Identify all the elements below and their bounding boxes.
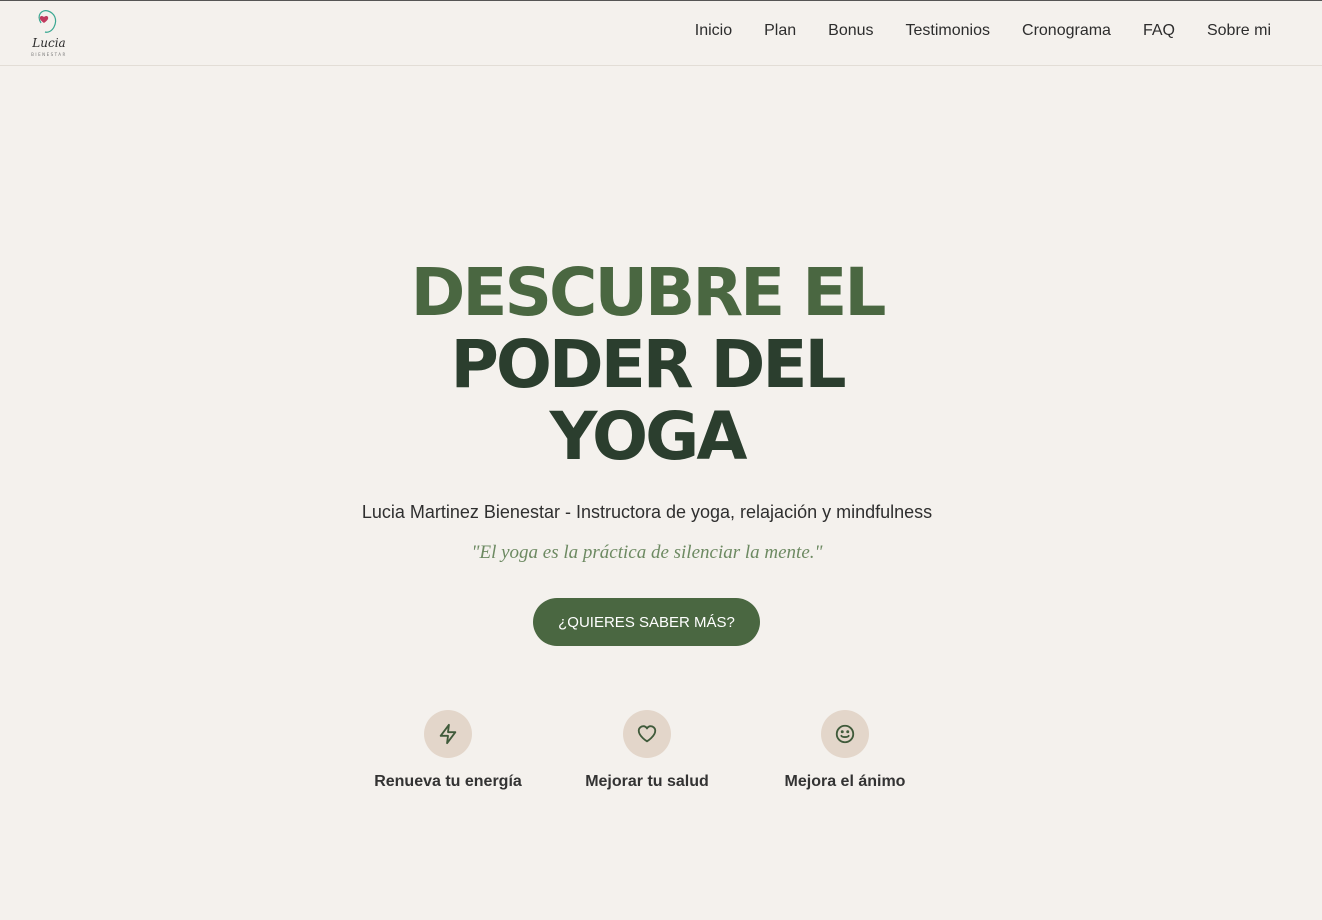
hero-title-line-2: PODER DEL	[450, 326, 846, 403]
nav-item-cronograma[interactable]: Cronograma	[1022, 22, 1111, 40]
smile-icon	[835, 724, 855, 744]
nav-item-inicio[interactable]: Inicio	[695, 22, 732, 40]
nav-item-sobre-mi[interactable]: Sobre mi	[1207, 22, 1271, 40]
lightning-icon	[439, 723, 457, 745]
feature-label: Mejora el ánimo	[784, 773, 906, 790]
nav-item-testimonios[interactable]: Testimonios	[906, 22, 990, 40]
feature-icon-circle	[821, 710, 869, 758]
feature-label: Mejorar tu salud	[585, 773, 709, 790]
nav-item-plan[interactable]: Plan	[764, 22, 796, 40]
landing-page: Lucia BIENESTAR Inicio Plan Bonus Testim…	[0, 0, 1322, 920]
learn-more-button[interactable]: ¿QUIERES SABER MÁS?	[533, 598, 760, 646]
hero-title-line-3: YOGA	[549, 398, 748, 475]
heart-icon	[637, 725, 657, 743]
logo-tagline: BIENESTAR	[31, 52, 67, 57]
brand-logo[interactable]: Lucia BIENESTAR	[24, 7, 74, 61]
feature-label: Renueva tu energía	[374, 773, 522, 790]
feature-icon-circle	[424, 710, 472, 758]
hero-title-line-1: DESCUBRE EL	[410, 254, 887, 331]
feature-health: Mejorar tu salud	[547, 710, 747, 791]
feature-mood: Mejora el ánimo	[745, 710, 945, 791]
hero-title: DESCUBRE EL PODER DEL YOGA	[0, 257, 1294, 473]
main-nav: Inicio Plan Bonus Testimonios Cronograma…	[695, 22, 1271, 40]
site-header: Lucia BIENESTAR Inicio Plan Bonus Testim…	[0, 1, 1322, 66]
logo-wordmark: Lucia	[32, 36, 66, 50]
hero-subtitle: Lucia Martinez Bienestar - Instructora d…	[361, 502, 933, 522]
hero-quote: "El yoga es la práctica de silenciar la …	[471, 542, 823, 563]
nav-item-bonus[interactable]: Bonus	[828, 22, 873, 40]
logo-mark-icon	[38, 10, 57, 33]
feature-energy: Renueva tu energía	[348, 710, 548, 791]
feature-icon-circle	[623, 710, 671, 758]
nav-item-faq[interactable]: FAQ	[1143, 22, 1175, 40]
